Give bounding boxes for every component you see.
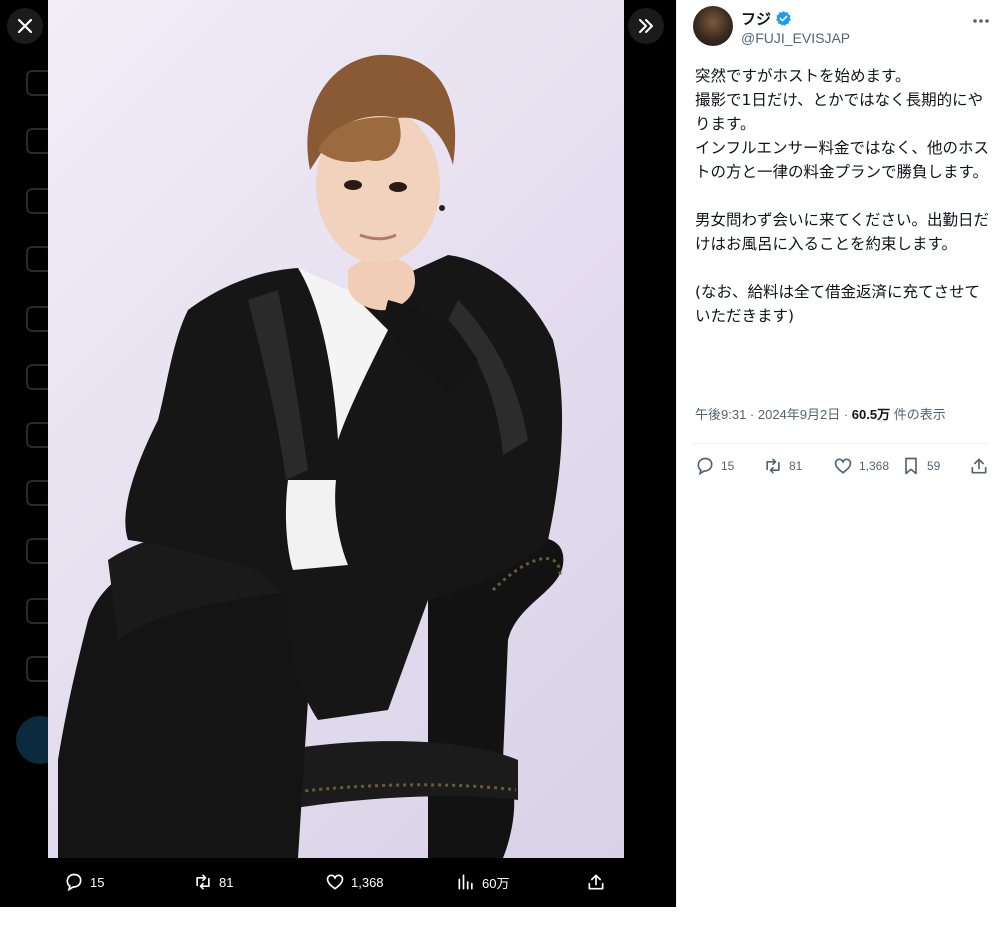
bar-chart-icon — [458, 874, 473, 890]
close-icon — [17, 18, 33, 34]
share-icon — [588, 874, 604, 890]
tweet-view-count: 60.5万 — [851, 407, 891, 422]
viewer-retweet-button[interactable]: 81 — [193, 872, 233, 892]
expand-panel-button[interactable] — [628, 8, 664, 44]
viewer-views-button[interactable]: 60万 — [456, 872, 509, 892]
page-bottom-margin — [0, 907, 1004, 935]
share-icon — [971, 458, 987, 474]
viewer-action-bar: 15 81 1,368 60万 — [48, 858, 624, 907]
double-chevron-right-icon — [639, 19, 653, 33]
share-button[interactable] — [969, 456, 989, 476]
retweet-count: 81 — [789, 459, 803, 473]
author-handle[interactable]: @FUJI_EVISJAP — [741, 30, 850, 46]
tweet-detail-panel: フジ @FUJI_EVISJAP 突然ですがホストを始めます。 撮影で1日だけ、… — [676, 0, 1004, 907]
heart-icon — [834, 458, 852, 474]
tweet-action-bar: 15 81 1,368 59 — [695, 456, 995, 480]
bookmark-icon — [905, 457, 917, 475]
divider — [693, 443, 989, 444]
bookmark-count: 59 — [927, 459, 941, 473]
like-count: 1,368 — [859, 459, 890, 473]
reply-count: 15 — [721, 459, 735, 473]
man-in-suit-on-chair-image — [58, 54, 564, 858]
tweet-text: 突然ですがホストを始めます。 撮影で1日だけ、とかではなく長期的にやります。 イ… — [695, 67, 990, 325]
more-dots-icon — [973, 19, 989, 23]
display-name[interactable]: フジ — [741, 8, 771, 29]
reply-button[interactable]: 15 — [695, 456, 734, 476]
viewer-like-button[interactable]: 1,368 — [325, 872, 384, 892]
close-viewer-button[interactable] — [7, 8, 43, 44]
viewer-reply-button[interactable]: 15 — [64, 872, 104, 892]
like-button[interactable]: 1,368 — [833, 456, 889, 476]
tweet-photo[interactable] — [48, 0, 624, 858]
bookmark-button[interactable]: 59 — [901, 456, 940, 476]
viewer-share-button[interactable] — [586, 872, 606, 892]
viewer-view-count: 60万 — [482, 875, 510, 891]
reply-icon — [66, 873, 82, 892]
retweet-button[interactable]: 81 — [763, 456, 802, 476]
author-name-row[interactable]: フジ — [741, 8, 792, 29]
media-viewer: 15 81 1,368 60万 — [0, 0, 676, 907]
tweet-timestamp[interactable]: 午後9:31 · 2024年9月2日 · — [695, 407, 852, 422]
viewer-reply-count: 15 — [90, 874, 105, 890]
heart-icon — [326, 874, 344, 890]
tweet-meta: 午後9:31 · 2024年9月2日 · 60.5万 件の表示 — [695, 404, 946, 423]
verified-badge-icon — [776, 11, 791, 26]
avatar[interactable] — [693, 6, 733, 46]
retweet-icon — [766, 458, 780, 474]
viewer-retweet-count: 81 — [219, 874, 234, 890]
reply-icon — [697, 457, 713, 476]
viewer-like-count: 1,368 — [351, 874, 384, 890]
more-options-button[interactable] — [972, 8, 990, 29]
tweet-view-label: 件の表示 — [890, 407, 946, 422]
retweet-icon — [196, 874, 210, 890]
